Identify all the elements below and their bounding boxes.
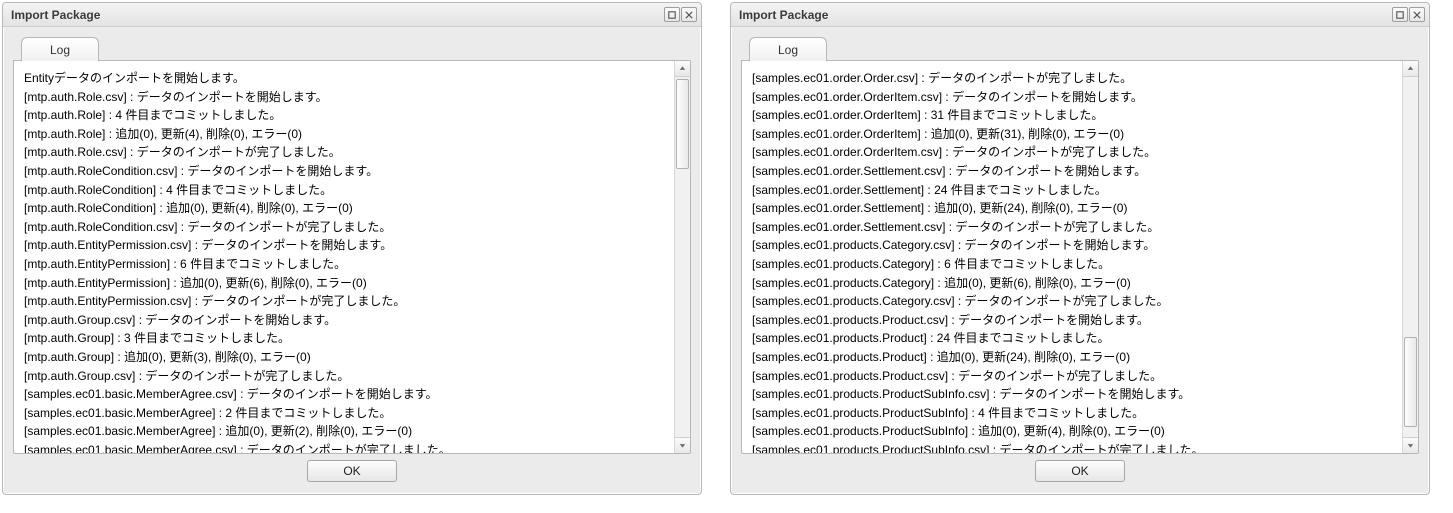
log-line: [samples.ec01.products.Category] : 追加(0)… [752, 274, 1392, 293]
log-line: [samples.ec01.basic.MemberAgree.csv] : デ… [24, 441, 664, 453]
log-line: [mtp.auth.Group.csv] : データのインポートを開始します。 [24, 311, 664, 330]
client-area: Log [samples.ec01.order.Order.csv] : データ… [731, 27, 1429, 494]
log-line: [mtp.auth.RoleCondition] : 4 件目までコミットしまし… [24, 181, 664, 200]
tab-bar: Log [21, 37, 691, 60]
scroll-up-button[interactable] [675, 61, 690, 77]
chevron-up-icon [1407, 65, 1414, 72]
log-line: [samples.ec01.order.Settlement.csv] : デー… [752, 162, 1392, 181]
log-line: [mtp.auth.Group] : 3 件目までコミットしました。 [24, 329, 664, 348]
log-line: [mtp.auth.Role] : 4 件目までコミットしました。 [24, 106, 664, 125]
dialog-footer: OK [13, 454, 691, 486]
log-line: [mtp.auth.RoleCondition.csv] : データのインポート… [24, 162, 664, 181]
log-line: [mtp.auth.RoleCondition] : 追加(0), 更新(4),… [24, 199, 664, 218]
log-line: [mtp.auth.EntityPermission] : 追加(0), 更新(… [24, 274, 664, 293]
log-line: [samples.ec01.order.OrderItem] : 追加(0), … [752, 125, 1392, 144]
import-package-window-right: Import Package Log [samples.ec01.order.O… [730, 2, 1430, 495]
log-line: [samples.ec01.order.OrderItem.csv] : データ… [752, 143, 1392, 162]
close-button[interactable] [681, 7, 697, 22]
close-button[interactable] [1409, 7, 1425, 22]
log-line: [samples.ec01.products.ProductSubInfo] :… [752, 404, 1392, 423]
log-line: [samples.ec01.basic.MemberAgree] : 追加(0)… [24, 422, 664, 441]
log-line: [mtp.auth.Role.csv] : データのインポートを開始します。 [24, 88, 664, 107]
maximize-icon [668, 11, 676, 19]
log-line: [samples.ec01.basic.MemberAgree] : 2 件目ま… [24, 404, 664, 423]
log-line: [samples.ec01.products.Category] : 6 件目ま… [752, 255, 1392, 274]
titlebar: Import Package [731, 3, 1429, 27]
log-line: [samples.ec01.products.ProductSubInfo] :… [752, 422, 1392, 441]
log-line: [samples.ec01.order.Order.csv] : データのインポ… [752, 69, 1392, 88]
log-line: [samples.ec01.order.Settlement] : 24 件目ま… [752, 181, 1392, 200]
close-icon [1413, 11, 1421, 19]
log-tab[interactable]: Log [749, 37, 827, 61]
log-tab[interactable]: Log [21, 37, 99, 61]
log-line: [samples.ec01.products.Product] : 24 件目ま… [752, 329, 1392, 348]
dialog-footer: OK [741, 454, 1419, 486]
log-line: [samples.ec01.order.OrderItem] : 31 件目まで… [752, 106, 1392, 125]
log-pane: [samples.ec01.order.Order.csv] : データのインポ… [741, 60, 1419, 454]
log-line: [samples.ec01.products.Product] : 追加(0),… [752, 348, 1392, 367]
titlebar: Import Package [3, 3, 701, 27]
log-line: [mtp.auth.RoleCondition.csv] : データのインポート… [24, 218, 664, 237]
import-package-window-left: Import Package Log Entityデータのインポートを開始します… [2, 2, 702, 495]
scroll-track[interactable] [1403, 77, 1418, 437]
window-title: Import Package [739, 8, 828, 22]
vertical-scrollbar[interactable] [674, 61, 690, 453]
log-line: [samples.ec01.products.Product.csv] : デー… [752, 367, 1392, 386]
window-title: Import Package [11, 8, 100, 22]
log-line: [samples.ec01.order.Settlement.csv] : デー… [752, 218, 1392, 237]
scroll-up-button[interactable] [1403, 61, 1418, 77]
scroll-thumb[interactable] [676, 79, 689, 169]
log-content: [samples.ec01.order.Order.csv] : データのインポ… [742, 61, 1402, 453]
log-line: [mtp.auth.EntityPermission.csv] : データのイン… [24, 236, 664, 255]
ok-button[interactable]: OK [1035, 460, 1125, 482]
maximize-icon [1396, 11, 1404, 19]
log-line: [mtp.auth.Role.csv] : データのインポートが完了しました。 [24, 143, 664, 162]
maximize-button[interactable] [664, 7, 680, 22]
log-line: [samples.ec01.order.Settlement] : 追加(0),… [752, 199, 1392, 218]
log-line: [samples.ec01.products.Category.csv] : デ… [752, 236, 1392, 255]
window-controls [664, 7, 697, 22]
log-line: [mtp.auth.Group] : 追加(0), 更新(3), 削除(0), … [24, 348, 664, 367]
log-content: Entityデータのインポートを開始します。[mtp.auth.Role.csv… [14, 61, 674, 453]
log-line: [samples.ec01.order.OrderItem.csv] : データ… [752, 88, 1392, 107]
maximize-button[interactable] [1392, 7, 1408, 22]
log-line: [samples.ec01.products.Product.csv] : デー… [752, 311, 1392, 330]
log-line: [samples.ec01.products.ProductSubInfo.cs… [752, 385, 1392, 404]
ok-button[interactable]: OK [307, 460, 397, 482]
client-area: Log Entityデータのインポートを開始します。[mtp.auth.Role… [3, 27, 701, 494]
scroll-down-button[interactable] [675, 437, 690, 453]
log-line: [samples.ec01.basic.MemberAgree.csv] : デ… [24, 385, 664, 404]
log-line: Entityデータのインポートを開始します。 [24, 69, 664, 88]
chevron-up-icon [679, 65, 686, 72]
log-line: [samples.ec01.products.ProductSubInfo.cs… [752, 441, 1392, 453]
scroll-down-button[interactable] [1403, 437, 1418, 453]
log-line: [mtp.auth.EntityPermission.csv] : データのイン… [24, 292, 664, 311]
chevron-down-icon [1407, 442, 1414, 449]
log-line: [mtp.auth.EntityPermission] : 6 件目までコミット… [24, 255, 664, 274]
log-line: [samples.ec01.products.Category.csv] : デ… [752, 292, 1392, 311]
window-controls [1392, 7, 1425, 22]
log-line: [mtp.auth.Role] : 追加(0), 更新(4), 削除(0), エ… [24, 125, 664, 144]
chevron-down-icon [679, 442, 686, 449]
log-line: [mtp.auth.Group.csv] : データのインポートが完了しました。 [24, 367, 664, 386]
scroll-track[interactable] [675, 77, 690, 437]
vertical-scrollbar[interactable] [1402, 61, 1418, 453]
tab-bar: Log [749, 37, 1419, 60]
close-icon [685, 11, 693, 19]
scroll-thumb[interactable] [1404, 337, 1417, 427]
log-pane: Entityデータのインポートを開始します。[mtp.auth.Role.csv… [13, 60, 691, 454]
